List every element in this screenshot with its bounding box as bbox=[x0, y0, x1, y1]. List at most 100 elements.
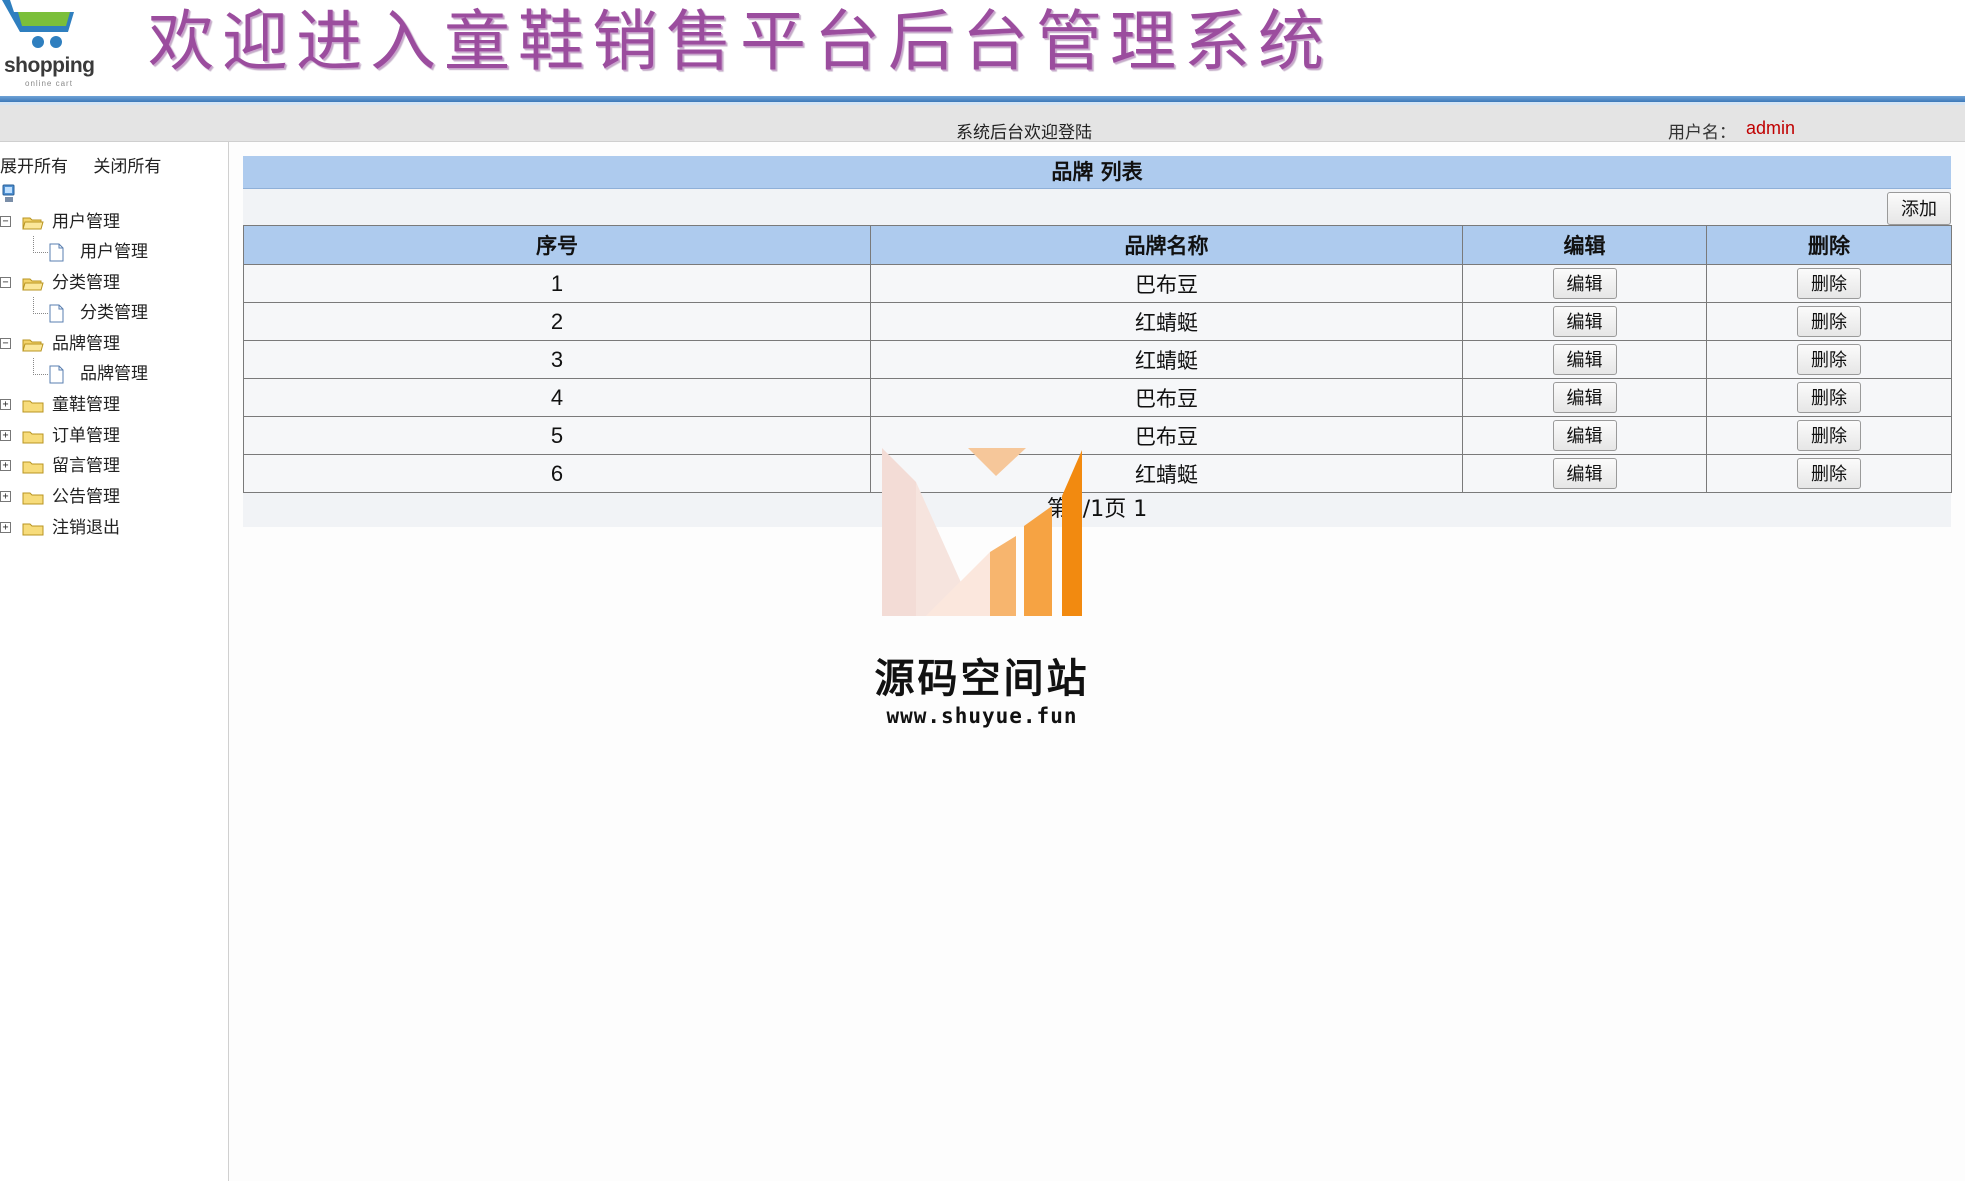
brand-table: 序号 品牌名称 编辑 删除 1 巴布豆 编辑 删除 2 红蜻蜓 编辑 删除 3 … bbox=[243, 225, 1952, 493]
tree-connector bbox=[33, 297, 48, 314]
expand-all-link[interactable]: 展开所有 bbox=[0, 152, 68, 177]
table-row: 1 巴布豆 编辑 删除 bbox=[243, 264, 1952, 303]
list-title: 品牌 列表 bbox=[243, 156, 1951, 189]
edit-button[interactable]: 编辑 bbox=[1552, 344, 1617, 375]
collapse-toggle-icon[interactable]: − bbox=[0, 277, 11, 288]
sidebar-subitem-label: 分类管理 bbox=[80, 303, 148, 323]
column-header-delete: 删除 bbox=[1706, 225, 1952, 265]
table-row: 4 巴布豆 编辑 删除 bbox=[243, 378, 1952, 417]
sidebar-item-shoes-management[interactable]: + 童鞋管理 bbox=[0, 393, 220, 417]
shopping-cart-icon bbox=[2, 0, 74, 48]
sidebar-item-user-management[interactable]: − 用户管理 bbox=[0, 210, 220, 234]
sidebar-subitem-category-management[interactable]: 分类管理 bbox=[0, 297, 220, 325]
folder-open-icon bbox=[22, 339, 44, 352]
cell-id: 5 bbox=[243, 416, 871, 455]
sidebar-item-label: 留言管理 bbox=[52, 456, 120, 476]
sidebar-item-logout[interactable]: + 注销退出 bbox=[0, 516, 220, 540]
cell-delete: 删除 bbox=[1706, 454, 1952, 493]
table-row: 6 红蜻蜓 编辑 删除 bbox=[243, 454, 1952, 493]
sidebar-subitem-label: 品牌管理 bbox=[80, 364, 148, 384]
folder-icon bbox=[22, 492, 44, 505]
edit-button[interactable]: 编辑 bbox=[1552, 458, 1617, 489]
app-header: shopping online cart 欢迎进入童鞋销售平台后台管理系统 bbox=[0, 0, 1965, 98]
folder-open-icon bbox=[22, 217, 44, 230]
folder-icon bbox=[22, 523, 44, 536]
cell-brand-name: 红蜻蜓 bbox=[870, 454, 1463, 493]
cell-edit: 编辑 bbox=[1462, 416, 1707, 455]
folder-icon bbox=[22, 400, 44, 413]
add-button[interactable]: 添加 bbox=[1887, 192, 1951, 225]
cell-edit: 编辑 bbox=[1462, 340, 1707, 379]
table-row: 3 红蜻蜓 编辑 删除 bbox=[243, 340, 1952, 379]
collapse-toggle-icon[interactable]: − bbox=[0, 338, 11, 349]
sidebar-item-message-management[interactable]: + 留言管理 bbox=[0, 454, 220, 478]
cell-delete: 删除 bbox=[1706, 340, 1952, 379]
cell-id: 3 bbox=[243, 340, 871, 379]
folder-icon bbox=[22, 431, 44, 444]
delete-button[interactable]: 删除 bbox=[1797, 420, 1861, 451]
username-label: 用户名： bbox=[1668, 123, 1736, 143]
cell-brand-name: 巴布豆 bbox=[870, 378, 1463, 417]
expand-toggle-icon[interactable]: + bbox=[0, 491, 11, 502]
document-icon bbox=[49, 365, 64, 384]
cell-delete: 删除 bbox=[1706, 264, 1952, 303]
edit-button[interactable]: 编辑 bbox=[1552, 420, 1617, 451]
delete-button[interactable]: 删除 bbox=[1797, 344, 1861, 375]
cell-edit: 编辑 bbox=[1462, 454, 1707, 493]
sidebar-item-category-management[interactable]: − 分类管理 bbox=[0, 271, 220, 295]
delete-button[interactable]: 删除 bbox=[1797, 382, 1861, 413]
status-bar: 系统后台欢迎登陆 用户名： admin bbox=[0, 105, 1965, 143]
shopping-logo: shopping online cart bbox=[0, 0, 115, 92]
sidebar-item-label: 童鞋管理 bbox=[52, 395, 120, 415]
column-header-edit: 编辑 bbox=[1462, 225, 1707, 265]
cell-brand-name: 巴布豆 bbox=[870, 264, 1463, 303]
edit-button[interactable]: 编辑 bbox=[1552, 306, 1617, 337]
welcome-text: 系统后台欢迎登陆 bbox=[956, 123, 1092, 143]
expand-toggle-icon[interactable]: + bbox=[0, 522, 11, 533]
main-content: 品牌 列表 添加 序号 品牌名称 编辑 删除 1 巴布豆 编辑 删除 2 红蜻蜓 bbox=[243, 156, 1952, 527]
table-header-row: 序号 品牌名称 编辑 删除 bbox=[243, 225, 1952, 265]
list-toolbar: 添加 bbox=[243, 189, 1951, 225]
cell-id: 6 bbox=[243, 454, 871, 493]
collapse-all-link[interactable]: 关闭所有 bbox=[93, 152, 161, 177]
computer-root-icon bbox=[2, 184, 15, 202]
username-value: admin bbox=[1746, 118, 1796, 138]
folder-icon bbox=[22, 461, 44, 474]
sidebar-tree: 展开所有 关闭所有 − 用户管理 用户管理 − 分类管理 分类管理 − 品牌管理… bbox=[0, 142, 229, 1181]
watermark-title: 源码空间站 bbox=[874, 656, 1090, 702]
edit-button[interactable]: 编辑 bbox=[1552, 382, 1617, 413]
delete-button[interactable]: 删除 bbox=[1797, 268, 1861, 299]
pagination[interactable]: 第1/1页 1 bbox=[243, 493, 1951, 527]
cell-edit: 编辑 bbox=[1462, 264, 1707, 303]
logo-subtext: online cart bbox=[25, 79, 73, 88]
tree-connector bbox=[33, 236, 48, 253]
folder-open-icon bbox=[22, 278, 44, 291]
table-row: 2 红蜻蜓 编辑 删除 bbox=[243, 302, 1952, 341]
table-row: 5 巴布豆 编辑 删除 bbox=[243, 416, 1952, 455]
sidebar-item-notice-management[interactable]: + 公告管理 bbox=[0, 485, 220, 509]
edit-button[interactable]: 编辑 bbox=[1552, 268, 1617, 299]
cell-brand-name: 红蜻蜓 bbox=[870, 340, 1463, 379]
sidebar-subitem-brand-management[interactable]: 品牌管理 bbox=[0, 358, 220, 386]
expand-toggle-icon[interactable]: + bbox=[0, 460, 11, 471]
sidebar-item-label: 用户管理 bbox=[52, 212, 120, 232]
sidebar-subitem-user-management[interactable]: 用户管理 bbox=[0, 236, 220, 264]
sidebar-item-order-management[interactable]: + 订单管理 bbox=[0, 424, 220, 448]
sidebar-item-brand-management[interactable]: − 品牌管理 bbox=[0, 332, 220, 356]
cell-delete: 删除 bbox=[1706, 378, 1952, 417]
cell-edit: 编辑 bbox=[1462, 302, 1707, 341]
logo-text: shopping bbox=[4, 54, 95, 77]
collapse-toggle-icon[interactable]: − bbox=[0, 216, 11, 227]
sidebar-item-label: 分类管理 bbox=[52, 273, 120, 293]
delete-button[interactable]: 删除 bbox=[1797, 306, 1861, 337]
expand-toggle-icon[interactable]: + bbox=[0, 399, 11, 410]
expand-toggle-icon[interactable]: + bbox=[0, 430, 11, 441]
document-icon bbox=[49, 243, 64, 262]
column-header-brand-name: 品牌名称 bbox=[870, 225, 1463, 265]
column-header-id: 序号 bbox=[243, 225, 871, 265]
cell-delete: 删除 bbox=[1706, 416, 1952, 455]
document-icon bbox=[49, 304, 64, 323]
cell-brand-name: 红蜻蜓 bbox=[870, 302, 1463, 341]
delete-button[interactable]: 删除 bbox=[1797, 458, 1861, 489]
cell-brand-name: 巴布豆 bbox=[870, 416, 1463, 455]
